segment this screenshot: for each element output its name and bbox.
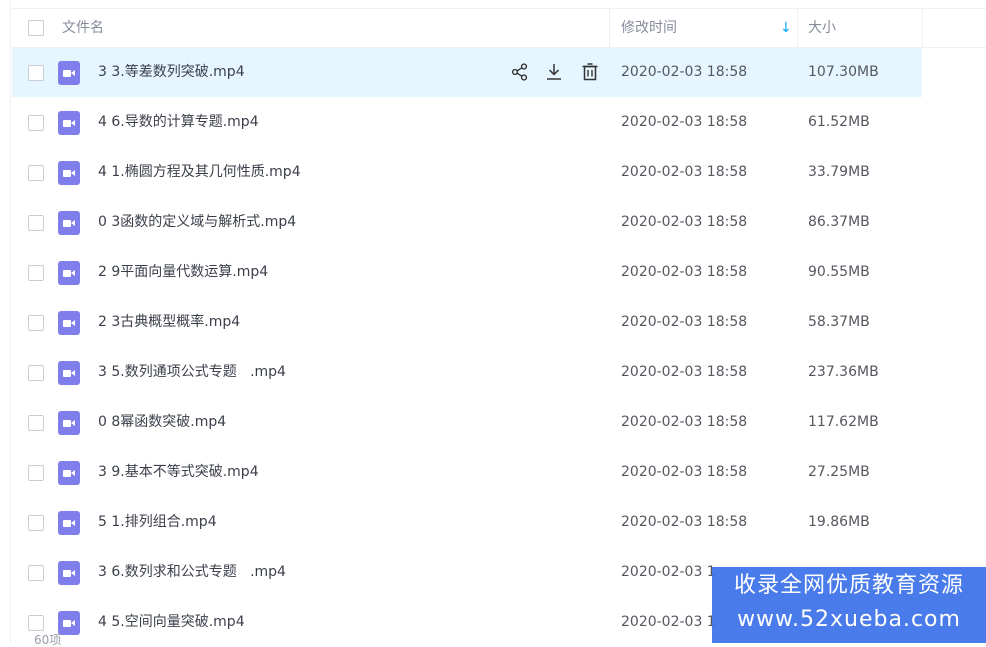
file-size: 33.79MB bbox=[808, 164, 870, 180]
file-size: 27.25MB bbox=[808, 464, 870, 480]
video-file-icon bbox=[58, 511, 80, 535]
row-checkbox[interactable] bbox=[28, 65, 44, 81]
file-size: 237.36MB bbox=[808, 364, 879, 380]
file-name[interactable]: 4 1.椭圆方程及其几何性质.mp4 bbox=[98, 148, 301, 197]
file-row[interactable]: 2 3古典概型概率.mp4 2020-02-03 18:58 58.37MB bbox=[12, 298, 986, 347]
column-header-modified-time[interactable]: 修改时间 bbox=[621, 9, 677, 47]
file-name[interactable]: 2 9平面向量代数运算.mp4 bbox=[98, 248, 268, 297]
video-file-icon bbox=[58, 561, 80, 585]
share-icon[interactable] bbox=[510, 62, 530, 82]
file-modified-time: 2020-02-03 18:58 bbox=[621, 364, 748, 380]
watermark-line-1: 收录全网优质教育资源 bbox=[733, 573, 964, 598]
file-size: 107.30MB bbox=[808, 64, 879, 80]
table-header: 文件名 修改时间 ↓ 大小 bbox=[12, 9, 986, 48]
watermark-banner: 收录全网优质教育资源 www.52xueba.com bbox=[712, 567, 986, 643]
file-modified-time: 2020-02-03 18:58 bbox=[621, 314, 748, 330]
row-checkbox[interactable] bbox=[28, 615, 44, 631]
file-modified-time: 2020-02-03 18:58 bbox=[621, 514, 748, 530]
file-modified-time: 2020-02-03 18:58 bbox=[621, 64, 748, 80]
file-row[interactable]: 0 8幂函数突破.mp4 2020-02-03 18:58 117.62MB bbox=[12, 398, 986, 447]
file-modified-time: 2020-02-03 1 bbox=[621, 564, 716, 580]
video-file-icon bbox=[58, 311, 80, 335]
file-name[interactable]: 3 3.等差数列突破.mp4 bbox=[98, 48, 245, 97]
file-row[interactable]: 0 3函数的定义域与解析式.mp4 2020-02-03 18:58 86.37MB bbox=[12, 198, 986, 247]
video-file-icon bbox=[58, 161, 80, 185]
file-name[interactable]: 2 3古典概型概率.mp4 bbox=[98, 298, 240, 347]
row-checkbox[interactable] bbox=[28, 165, 44, 181]
file-name[interactable]: 4 5.空间向量突破.mp4 bbox=[98, 598, 245, 647]
video-file-icon bbox=[58, 111, 80, 135]
column-divider bbox=[609, 9, 610, 47]
row-checkbox[interactable] bbox=[28, 415, 44, 431]
watermark-line-2: www.52xueba.com bbox=[737, 607, 961, 632]
file-name[interactable]: 3 5.数列通项公式专题 .mp4 bbox=[98, 348, 286, 397]
file-size: 58.37MB bbox=[808, 314, 870, 330]
file-modified-time: 2020-02-03 18:58 bbox=[621, 414, 748, 430]
video-file-icon bbox=[58, 261, 80, 285]
file-row[interactable]: 3 9.基本不等式突破.mp4 2020-02-03 18:58 27.25MB bbox=[12, 448, 986, 497]
row-checkbox[interactable] bbox=[28, 465, 44, 481]
file-size: 19.86MB bbox=[808, 514, 870, 530]
file-name[interactable]: 5 1.排列组合.mp4 bbox=[98, 498, 217, 547]
row-checkbox[interactable] bbox=[28, 315, 44, 331]
row-checkbox[interactable] bbox=[28, 565, 44, 581]
file-size: 90.55MB bbox=[808, 264, 870, 280]
file-modified-time: 2020-02-03 18:58 bbox=[621, 464, 748, 480]
video-file-icon bbox=[58, 211, 80, 235]
download-icon[interactable] bbox=[544, 62, 564, 82]
file-size: 61.52MB bbox=[808, 114, 870, 130]
video-file-icon bbox=[58, 61, 80, 85]
left-border bbox=[10, 0, 11, 643]
file-modified-time: 2020-02-03 1 bbox=[621, 614, 716, 630]
file-row[interactable]: 4 6.导数的计算专题.mp4 2020-02-03 18:58 61.52MB bbox=[12, 98, 986, 147]
column-header-name[interactable]: 文件名 bbox=[62, 9, 104, 47]
file-row[interactable]: 4 1.椭圆方程及其几何性质.mp4 2020-02-03 18:58 33.79M… bbox=[12, 148, 986, 197]
file-row[interactable]: 2 9平面向量代数运算.mp4 2020-02-03 18:58 90.55MB bbox=[12, 248, 986, 297]
file-size: 117.62MB bbox=[808, 414, 879, 430]
column-header-size[interactable]: 大小 bbox=[808, 9, 836, 47]
trash-icon[interactable] bbox=[580, 62, 600, 82]
file-name[interactable]: 3 9.基本不等式突破.mp4 bbox=[98, 448, 259, 497]
file-size: 86.37MB bbox=[808, 214, 870, 230]
sort-desc-icon[interactable]: ↓ bbox=[780, 9, 792, 47]
file-modified-time: 2020-02-03 18:58 bbox=[621, 114, 748, 130]
file-row[interactable]: 3 3.等差数列突破.mp4 2020-02-03 18:58 107.30MB bbox=[12, 48, 922, 97]
video-file-icon bbox=[58, 461, 80, 485]
video-file-icon bbox=[58, 361, 80, 385]
column-divider bbox=[922, 9, 923, 47]
file-modified-time: 2020-02-03 18:58 bbox=[621, 164, 748, 180]
video-file-icon bbox=[58, 611, 80, 635]
row-checkbox[interactable] bbox=[28, 265, 44, 281]
row-checkbox[interactable] bbox=[28, 365, 44, 381]
row-checkbox[interactable] bbox=[28, 515, 44, 531]
file-row[interactable]: 3 5.数列通项公式专题 .mp4 2020-02-03 18:58 237.36M… bbox=[12, 348, 986, 397]
file-row[interactable]: 5 1.排列组合.mp4 2020-02-03 18:58 19.86MB bbox=[12, 498, 986, 547]
row-checkbox[interactable] bbox=[28, 215, 44, 231]
file-name[interactable]: 4 6.导数的计算专题.mp4 bbox=[98, 98, 259, 147]
file-modified-time: 2020-02-03 18:58 bbox=[621, 214, 748, 230]
item-count: 60项 bbox=[34, 633, 62, 647]
file-name[interactable]: 3 6.数列求和公式专题 .mp4 bbox=[98, 548, 286, 597]
column-divider bbox=[797, 9, 798, 47]
video-file-icon bbox=[58, 411, 80, 435]
file-name[interactable]: 0 3函数的定义域与解析式.mp4 bbox=[98, 198, 296, 247]
select-all-checkbox[interactable] bbox=[28, 20, 44, 36]
row-checkbox[interactable] bbox=[28, 115, 44, 131]
file-modified-time: 2020-02-03 18:58 bbox=[621, 264, 748, 280]
file-name[interactable]: 0 8幂函数突破.mp4 bbox=[98, 398, 226, 447]
